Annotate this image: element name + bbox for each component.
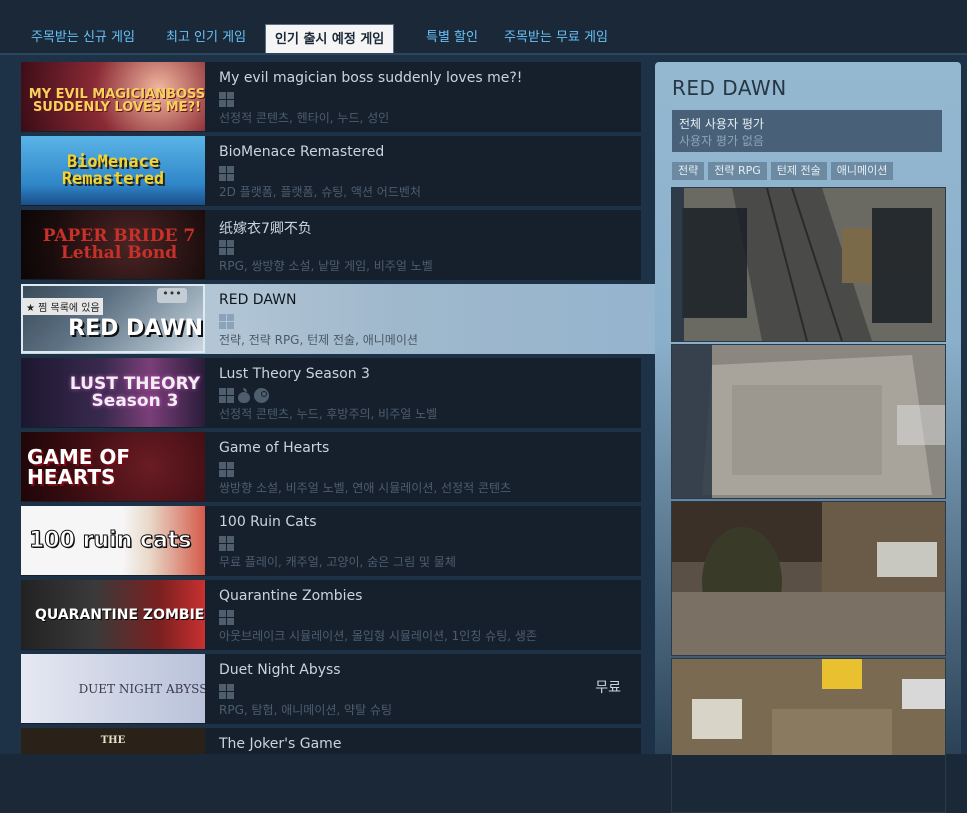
game-capsule: 100 ruin cats — [21, 506, 205, 575]
game-capsule: BioMenace Remastered — [21, 136, 205, 205]
capsule-art-text: MY EVIL MAGICIANBOSS SUDDENLY LOVES ME?! — [28, 86, 205, 115]
preview-title: RED DAWN — [672, 76, 787, 100]
game-capsule: DUET NIGHT ABYSS — [21, 654, 205, 723]
platform-list — [219, 462, 234, 477]
game-tags: 무료 플레이, 캐주얼, 고양이, 숨은 그림 및 물체 — [219, 555, 456, 569]
capsule-art-text: QUARANTINE ZOMBIES — [35, 606, 205, 623]
review-summary: 전체 사용자 평가 사용자 평가 없음 — [672, 110, 942, 152]
tab-new-trending[interactable]: 주목받는 신규 게임 — [22, 23, 144, 54]
game-row-lust-theory-3[interactable]: LUST THEORY Season 3 Lust Theory Season … — [21, 358, 641, 428]
preview-tag[interactable]: 애니메이션 — [830, 162, 894, 180]
game-title: My evil magician boss suddenly loves me?… — [219, 70, 523, 86]
capsule-art-text: LUST THEORY Season 3 — [69, 373, 201, 411]
capsule-art-text: DUET NIGHT ABYSS — [78, 681, 205, 696]
game-title: Duet Night Abyss — [219, 662, 341, 678]
tab-top-sellers[interactable]: 최고 인기 게임 — [157, 23, 255, 54]
platform-list — [219, 610, 234, 625]
capsule-art-text: BioMenace Remastered — [61, 151, 165, 189]
windows-icon — [219, 388, 234, 403]
game-tags: 선정적 콘텐츠, 누드, 후방주의, 비주얼 노벨 — [219, 407, 438, 421]
windows-icon — [219, 536, 234, 551]
game-tags: 쌍방향 소설, 비주얼 노벨, 연애 시뮬레이션, 선정적 콘텐츠 — [219, 481, 512, 495]
game-capsule: RED DAWN ••• ★ 찜 목록에 있음 — [21, 284, 205, 353]
game-title: RED DAWN — [219, 292, 297, 308]
windows-icon — [219, 314, 234, 329]
game-tags: RPG, 쌍방향 소설, 낱말 게임, 비주얼 노벨 — [219, 259, 433, 273]
screenshot-4-art — [672, 659, 945, 755]
price-label: 무료 — [595, 680, 621, 696]
game-row-evil-magician-boss[interactable]: MY EVIL MAGICIANBOSS SUDDENLY LOVES ME?!… — [21, 62, 641, 132]
screenshot-4[interactable] — [671, 658, 946, 813]
game-row-biomenace[interactable]: BioMenace Remastered BioMenace Remastere… — [21, 136, 641, 206]
game-tags: 2D 플랫폼, 플랫폼, 슈팅, 액션 어드벤처 — [219, 185, 421, 199]
game-title: 纸嫁衣7卿不负 — [219, 221, 312, 237]
preview-tag[interactable]: 턴제 전술 — [770, 162, 827, 180]
game-capsule: GAME OF HEARTS — [21, 432, 205, 501]
game-title: The Joker's Game — [219, 736, 342, 752]
game-title: Game of Hearts — [219, 440, 330, 456]
capsule-art-text: PAPER BRIDE 7 Lethal Bond — [42, 225, 196, 263]
screenshot-1-art — [672, 188, 945, 341]
steam-icon — [254, 388, 269, 403]
screenshot-1[interactable] — [671, 187, 946, 342]
platform-list — [219, 166, 234, 181]
platform-list — [219, 92, 234, 107]
more-options-button[interactable]: ••• — [157, 288, 187, 303]
game-title: BioMenace Remastered — [219, 144, 385, 160]
screenshot-2-art — [672, 345, 945, 498]
game-tags: RPG, 탐험, 애니메이션, 약탈 슈팅 — [219, 703, 393, 717]
platform-list — [219, 240, 234, 255]
screenshot-3[interactable] — [671, 501, 946, 656]
windows-icon — [219, 92, 234, 107]
game-row-100-ruin-cats[interactable]: 100 ruin cats 100 Ruin Cats 무료 플레이, 캐주얼,… — [21, 506, 641, 576]
capsule-art-text: 100 ruin cats — [29, 527, 192, 553]
tab-specials[interactable]: 특별 할인 — [417, 23, 487, 54]
tab-popular-upcoming[interactable]: 인기 출시 예정 게임 — [265, 24, 395, 54]
game-tags: 선정적 콘텐츠, 헨타이, 누드, 성인 — [219, 111, 390, 125]
game-title: Lust Theory Season 3 — [219, 366, 370, 382]
preview-tag[interactable]: 전략 RPG — [708, 162, 767, 180]
windows-icon — [219, 240, 234, 255]
game-row-red-dawn[interactable]: RED DAWN ••• ★ 찜 목록에 있음 RED DAWN 전략, 전략 … — [21, 284, 655, 354]
game-capsule: MY EVIL MAGICIANBOSS SUDDENLY LOVES ME?! — [21, 62, 205, 131]
windows-icon — [219, 462, 234, 477]
game-row-duet-night-abyss[interactable]: DUET NIGHT ABYSS Duet Night Abyss RPG, 탐… — [21, 654, 641, 724]
game-tags: 아웃브레이크 시뮬레이션, 몰입형 시뮬레이션, 1인칭 슈팅, 생존 — [219, 629, 537, 643]
game-row-quarantine-zombies[interactable]: QUARANTINE ZOMBIES Quarantine Zombies 아웃… — [21, 580, 641, 650]
windows-icon — [219, 166, 234, 181]
preview-tag[interactable]: 전략 — [672, 162, 705, 180]
tab-bar: 주목받는 신규 게임 최고 인기 게임 인기 출시 예정 게임 특별 할인 주목… — [0, 0, 967, 54]
review-value: 사용자 평가 없음 — [679, 134, 764, 148]
game-capsule: QUARANTINE ZOMBIES — [21, 580, 205, 649]
windows-icon — [219, 684, 234, 699]
wishlist-badge: ★ 찜 목록에 있음 — [23, 298, 103, 315]
screenshot-3-art — [672, 502, 945, 655]
capsule-art-text: THE — [100, 735, 126, 746]
game-capsule: PAPER BRIDE 7 Lethal Bond — [21, 210, 205, 279]
game-tags: 전략, 전략 RPG, 턴제 전술, 애니메이션 — [219, 333, 418, 347]
game-row-paper-bride-7[interactable]: PAPER BRIDE 7 Lethal Bond 纸嫁衣7卿不负 RPG, 쌍… — [21, 210, 641, 280]
windows-icon — [219, 610, 234, 625]
game-title: Quarantine Zombies — [219, 588, 363, 604]
preview-tag-list: 전략 전략 RPG 턴제 전술 애니메이션 — [672, 162, 894, 180]
platform-list — [219, 684, 234, 699]
game-row-jokers-game[interactable]: THE The Joker's Game — [21, 728, 641, 754]
review-label: 전체 사용자 평가 — [679, 117, 764, 131]
platform-list — [219, 314, 234, 329]
game-row-game-of-hearts[interactable]: GAME OF HEARTS Game of Hearts 쌍방향 소설, 비주… — [21, 432, 641, 502]
screenshot-2[interactable] — [671, 344, 946, 499]
apple-icon — [237, 388, 251, 403]
game-capsule: THE — [21, 728, 205, 754]
tab-trending-free[interactable]: 주목받는 무료 게임 — [495, 23, 617, 54]
capsule-art-text: GAME OF HEARTS — [27, 444, 131, 489]
platform-list — [219, 388, 269, 403]
platform-list — [219, 536, 234, 551]
game-capsule: LUST THEORY Season 3 — [21, 358, 205, 427]
game-preview-panel: RED DAWN 전체 사용자 평가 사용자 평가 없음 전략 전략 RPG 턴… — [655, 62, 961, 813]
game-title: 100 Ruin Cats — [219, 514, 317, 530]
